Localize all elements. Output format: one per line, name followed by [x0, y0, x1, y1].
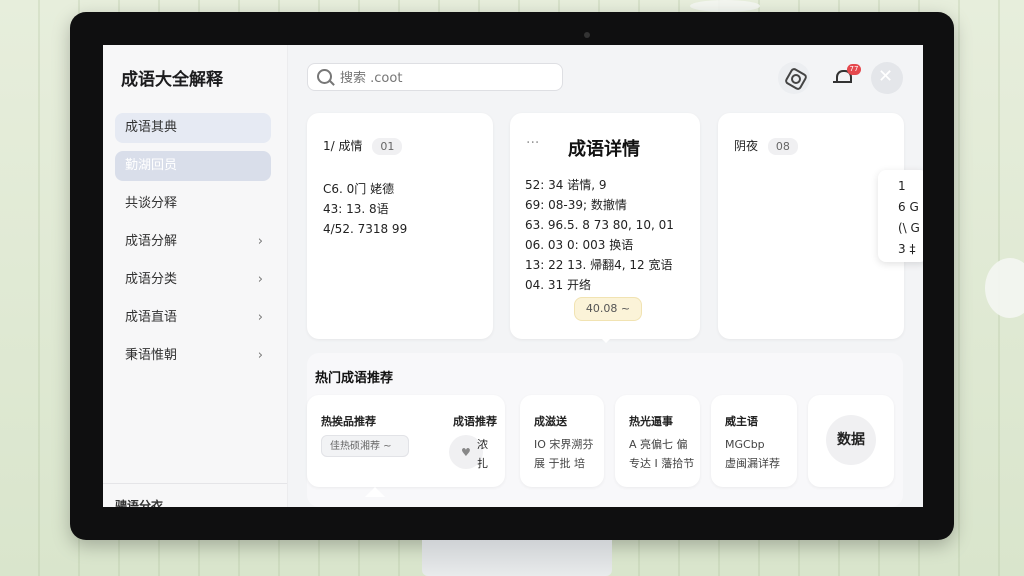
card-header: 1/ 成情 01: [323, 137, 403, 155]
hot-card-2[interactable]: 成滋送 IO 宋界溯芬 展 于批 培: [520, 395, 604, 487]
hot-line: 展 于批 培: [534, 457, 585, 470]
sidebar-item-5[interactable]: 成语分类 ›: [115, 265, 271, 295]
hot-line: A 亮偏七 偏: [629, 438, 688, 451]
sidebar-item-4[interactable]: 成语分解 ›: [115, 227, 271, 257]
hot-card-lines: IO 宋界溯芬 展 于批 培: [534, 435, 593, 473]
hot-card-lines: A 亮偏七 偏 专达 I 藩拾节: [629, 435, 694, 473]
info-card-right[interactable]: 阴夜 08: [718, 113, 904, 339]
sidebar: 成语大全解释 成语其典 勤湖回员 共谈分释 成语分解 › 成语分类 › 成语直语…: [103, 45, 288, 507]
popover-item[interactable]: 3 ‡: [898, 239, 923, 260]
sidebar-item-7[interactable]: 秉语惟朝 ›: [115, 341, 271, 371]
popover-item[interactable]: 6 G: [898, 197, 923, 218]
camera-icon: [584, 32, 590, 38]
card-title: 阴夜: [734, 139, 759, 153]
gear-icon-center: [791, 74, 801, 84]
bell-icon-base: [833, 81, 851, 83]
hot-idioms-panel: 热门成语推荐 热挨品推荐 成语推荐 佳热硕湘荐 ~ ♥ 浓 扎 成滋送 IO 宋…: [307, 353, 903, 507]
side-line: 扎: [477, 457, 488, 470]
close-icon: ✕: [878, 66, 894, 87]
sidebar-item-1[interactable]: 成语其典: [115, 113, 271, 143]
notification-badge: 77: [847, 64, 861, 75]
settings-button[interactable]: [778, 62, 810, 94]
hot-card-4[interactable]: 威主语 MGCbp 虚闽漏详荐: [711, 395, 797, 487]
card-lines: C6. 0门 姥德 43: 13. 8语 4/52. 7318 99: [323, 179, 407, 239]
hot-card-lines: MGCbp 虚闽漏详荐: [725, 435, 780, 473]
idiom-detail-card[interactable]: ··· 成语详情 52: 34 诺情, 9 69: 08-39; 数撤情 63.…: [510, 113, 700, 343]
hot-card-3[interactable]: 热光逼事 A 亮偏七 偏 专达 I 藩拾节: [615, 395, 700, 487]
hot-card-title-2: 成语推荐: [453, 415, 497, 428]
data-button[interactable]: 数据: [826, 415, 876, 465]
sidebar-item-label: 成语直语: [125, 310, 178, 325]
detail-line: 04. 31 开络: [525, 278, 591, 292]
hot-card-title: 热挨品推荐: [321, 415, 376, 428]
popover-item[interactable]: 1: [898, 176, 923, 197]
sidebar-footer[interactable]: 骋语分衣: [115, 497, 163, 507]
chevron-right-icon: ›: [257, 348, 263, 363]
detail-line: 13: 22 13. 帰翻4, 12 宽语: [525, 258, 673, 272]
chevron-right-icon: ›: [257, 310, 263, 325]
card-line: 4/52. 7318 99: [323, 222, 408, 236]
detail-pill[interactable]: 40.08 ~: [574, 297, 642, 321]
sidebar-item-6[interactable]: 成语直语 ›: [115, 303, 271, 333]
app-screen: 成语大全解释 成语其典 勤湖回员 共谈分释 成语分解 › 成语分类 › 成语直语…: [103, 45, 923, 507]
sidebar-item-label: 成语分类: [125, 272, 178, 287]
sidebar-item-3[interactable]: 共谈分释: [115, 189, 271, 219]
hot-line: IO 宋界溯芬: [534, 438, 594, 451]
card-line: C6. 0门 姥德: [323, 182, 395, 196]
chevron-right-icon: ›: [257, 234, 263, 249]
card-pointer: [365, 487, 385, 497]
hot-card-side-text: 浓 扎: [477, 435, 488, 473]
side-line: 浓: [477, 438, 488, 451]
notifications-button[interactable]: 77: [827, 62, 861, 94]
card-title: 1/ 成情: [323, 139, 363, 153]
hot-card-title: 热光逼事: [629, 415, 673, 428]
chevron-right-icon: ›: [257, 272, 263, 287]
hot-card-5[interactable]: 数据: [808, 395, 894, 487]
search-box[interactable]: [307, 63, 563, 91]
divider: [103, 483, 287, 484]
sidebar-item-label: 勤湖回员: [125, 158, 178, 173]
info-card-left[interactable]: 1/ 成情 01 C6. 0门 姥德 43: 13. 8语 4/52. 7318…: [307, 113, 493, 339]
sidebar-item-label: 秉语惟朝: [125, 348, 178, 363]
monitor-stand: [422, 540, 612, 576]
card-line: 43: 13. 8语: [323, 202, 389, 216]
card-chip[interactable]: 08: [767, 138, 798, 155]
popover-menu[interactable]: 1 6 G (\ G 3 ‡: [878, 170, 923, 262]
hot-line: 虚闽漏详荐: [725, 457, 780, 470]
sidebar-item-label: 共谈分释: [125, 196, 178, 211]
search-icon: [317, 69, 332, 84]
hot-card-1[interactable]: 热挨品推荐 成语推荐 佳热硕湘荐 ~ ♥ 浓 扎: [307, 395, 505, 487]
card-header: 阴夜 08: [734, 137, 798, 155]
hot-line: MGCbp: [725, 438, 765, 451]
decor-blob: [690, 0, 760, 12]
sidebar-item-label: 成语其典: [125, 120, 178, 135]
hot-card-title: 成滋送: [534, 415, 567, 428]
more-icon[interactable]: ···: [526, 135, 539, 151]
detail-line: 06. 03 0: 003 换语: [525, 238, 634, 252]
hot-section-title: 热门成语推荐: [315, 371, 394, 386]
sidebar-item-label: 成语分解: [125, 234, 178, 249]
search-input[interactable]: [338, 67, 552, 89]
card-pointer: [598, 335, 614, 343]
detail-lines: 52: 34 诺情, 9 69: 08-39; 数撤情 63. 96.5. 8 …: [525, 175, 674, 295]
detail-title: 成语详情: [568, 139, 640, 160]
detail-line: 63. 96.5. 8 73 80, 10, 01: [525, 218, 674, 232]
hot-card-title: 威主语: [725, 415, 758, 428]
hot-select[interactable]: 佳热硕湘荐 ~: [321, 435, 409, 457]
sidebar-item-2[interactable]: 勤湖回员: [115, 151, 271, 181]
detail-line: 52: 34 诺情, 9: [525, 178, 607, 192]
hot-line: 专达 I 藩拾节: [629, 457, 695, 470]
heart-icon: ♥: [461, 446, 471, 459]
popover-item[interactable]: (\ G: [898, 218, 923, 239]
card-chip[interactable]: 01: [372, 138, 403, 155]
app-title: 成语大全解释: [121, 70, 223, 90]
close-button[interactable]: ✕: [871, 62, 903, 94]
detail-line: 69: 08-39; 数撤情: [525, 198, 627, 212]
